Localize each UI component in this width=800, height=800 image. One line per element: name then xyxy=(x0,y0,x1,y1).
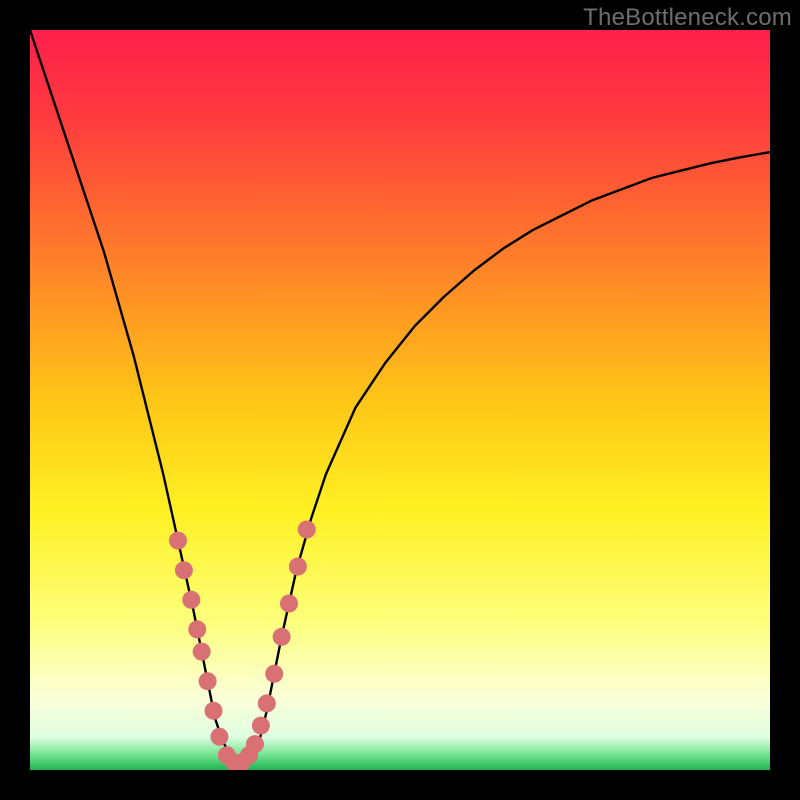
highlight-dot xyxy=(289,558,307,576)
highlight-dot xyxy=(252,717,270,735)
highlight-dot xyxy=(246,735,264,753)
highlight-dot xyxy=(199,672,217,690)
highlight-dot xyxy=(205,702,223,720)
chart-svg xyxy=(30,30,770,770)
highlight-dot xyxy=(169,532,187,550)
highlight-dot xyxy=(175,561,193,579)
chart-frame: TheBottleneck.com xyxy=(0,0,800,800)
highlight-dot xyxy=(265,665,283,683)
highlight-dot xyxy=(298,521,316,539)
highlight-dot xyxy=(273,628,291,646)
highlight-dot xyxy=(210,728,228,746)
gradient-background xyxy=(30,30,770,770)
highlight-dot xyxy=(182,591,200,609)
highlight-dot xyxy=(188,620,206,638)
highlight-dot xyxy=(258,694,276,712)
plot-area xyxy=(30,30,770,770)
highlight-dot xyxy=(280,595,298,613)
highlight-dot xyxy=(193,643,211,661)
watermark-text: TheBottleneck.com xyxy=(583,4,792,32)
